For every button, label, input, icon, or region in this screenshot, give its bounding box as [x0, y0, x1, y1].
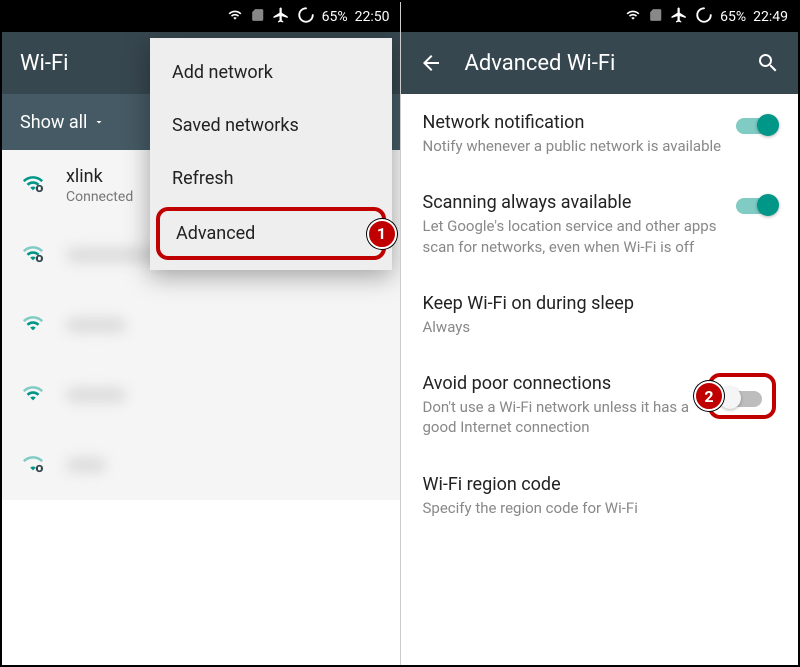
toggle-switch[interactable] [736, 118, 776, 134]
wifi-signal-icon [20, 312, 46, 338]
toggle-switch[interactable] [722, 391, 762, 407]
setting-title: Scanning always available [423, 192, 723, 213]
loading-icon [297, 6, 315, 28]
callout-badge: 2 [694, 381, 724, 411]
wifi-network-item[interactable] [2, 430, 400, 500]
setting-title: Keep Wi-Fi on during sleep [423, 293, 777, 314]
setting-title: Network notification [423, 112, 723, 133]
battery-text: 65% [322, 9, 348, 25]
sim-icon [649, 7, 663, 27]
menu-item-add-network[interactable]: Add network [150, 46, 392, 99]
setting-desc: Don't use a Wi-Fi network unless it has … [423, 397, 695, 438]
setting-scanning-always[interactable]: Scanning always available Let Google's l… [401, 174, 799, 275]
wifi-icon [624, 8, 642, 26]
wifi-icon [226, 8, 244, 26]
loading-icon [695, 6, 713, 28]
setting-wifi-region-code[interactable]: Wi-Fi region code Specify the region cod… [401, 456, 799, 536]
setting-desc: Notify whenever a public network is avai… [423, 136, 723, 156]
toggle-switch[interactable] [736, 198, 776, 214]
menu-item-advanced[interactable]: Advanced 1 [156, 207, 386, 260]
status-bar: 65% 22:50 [2, 2, 400, 32]
battery-text: 65% [720, 9, 746, 25]
clock-text: 22:49 [753, 9, 788, 25]
setting-keep-wifi-on[interactable]: Keep Wi-Fi on during sleep Always [401, 275, 799, 355]
airplane-icon [670, 6, 688, 28]
network-name-blurred [66, 457, 106, 473]
search-button[interactable] [756, 51, 780, 75]
settings-list: Network notification Notify whenever a p… [401, 94, 799, 536]
filter-label: Show all [20, 112, 87, 133]
menu-item-label: Advanced [176, 223, 255, 244]
menu-item-saved-networks[interactable]: Saved networks [150, 99, 392, 152]
network-name-blurred [66, 387, 126, 403]
page-title: Advanced Wi-Fi [465, 51, 735, 76]
setting-avoid-poor-connections[interactable]: Avoid poor connections Don't use a Wi-Fi… [401, 355, 799, 456]
clock-text: 22:50 [355, 9, 390, 25]
back-button[interactable] [419, 51, 443, 75]
toggle-highlight-box: 2 [708, 373, 776, 419]
network-name-blurred [66, 317, 126, 333]
overflow-menu: Add network Saved networks Refresh Advan… [150, 38, 392, 270]
setting-desc: Always [423, 317, 777, 337]
setting-desc: Let Google's location service and other … [423, 216, 723, 257]
wifi-signal-icon [20, 172, 46, 198]
wifi-signal-icon [20, 452, 46, 478]
setting-desc: Specify the region code for Wi-Fi [423, 498, 777, 518]
setting-title: Avoid poor connections [423, 373, 695, 394]
sim-icon [251, 7, 265, 27]
wifi-signal-icon [20, 382, 46, 408]
wifi-signal-icon [20, 242, 46, 268]
chevron-down-icon [93, 112, 105, 133]
setting-title: Wi-Fi region code [423, 474, 777, 495]
status-bar: 65% 22:49 [401, 2, 799, 32]
app-bar: Advanced Wi-Fi [401, 32, 799, 94]
wifi-network-item[interactable] [2, 360, 400, 430]
menu-item-refresh[interactable]: Refresh [150, 152, 392, 205]
callout-badge: 1 [367, 219, 397, 249]
setting-network-notification[interactable]: Network notification Notify whenever a p… [401, 94, 799, 174]
airplane-icon [272, 6, 290, 28]
wifi-network-item[interactable] [2, 290, 400, 360]
